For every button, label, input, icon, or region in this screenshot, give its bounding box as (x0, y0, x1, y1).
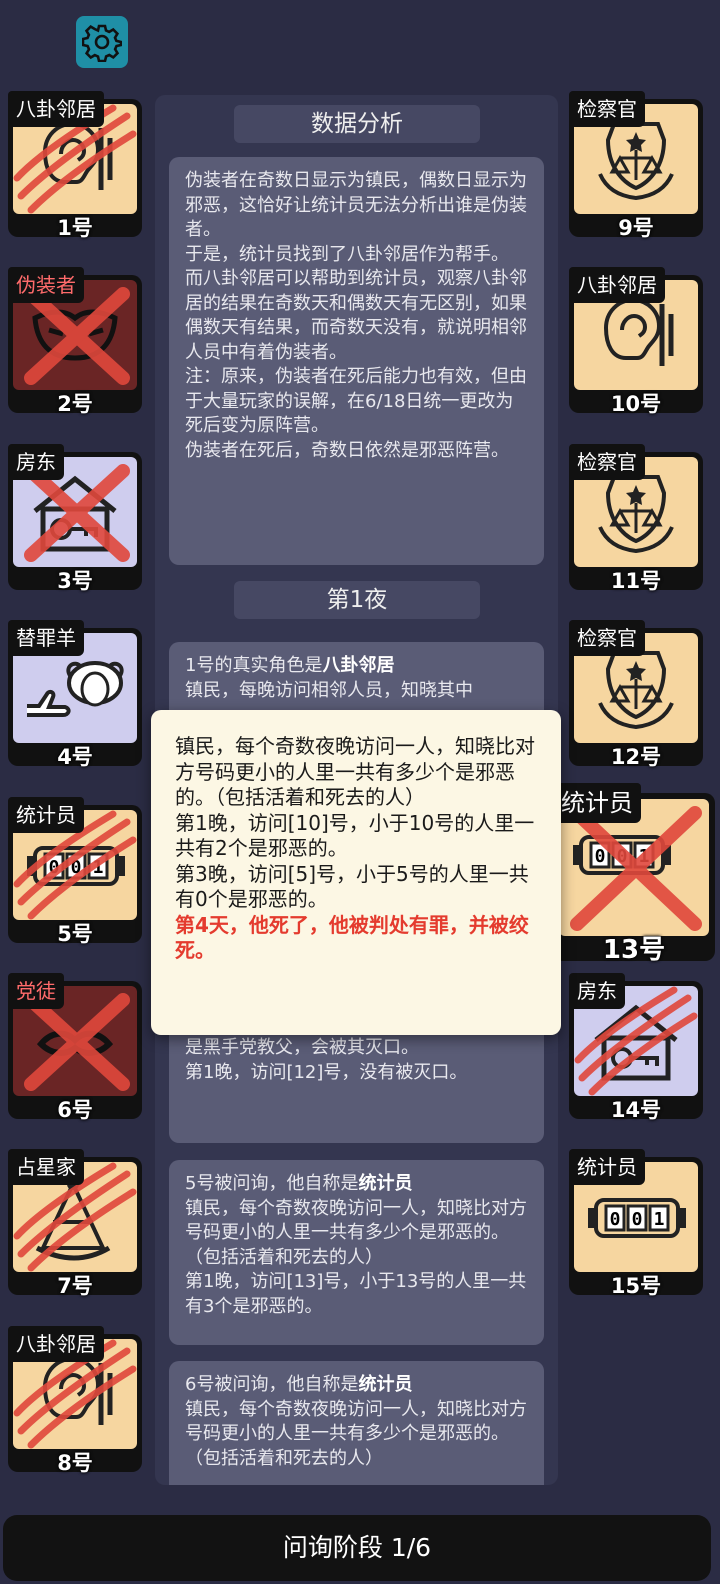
popup-description: 镇民，每个奇数夜晚访问一人，知晓比对方号码更小的人里一共有多少个是邪恶的。（包括… (175, 734, 535, 809)
night-entry-5: 5号被问询，他自称是统计员 镇民，每个奇数夜晚访问一人，知晓比对方号码更小的人里… (169, 1160, 544, 1345)
role-popup[interactable]: 镇民，每个奇数夜晚访问一人，知晓比对方号码更小的人里一共有多少个是邪恶的。（包括… (151, 710, 561, 1035)
player-card-14[interactable]: 房东 14号 (569, 973, 703, 1122)
entry-1-role: 八卦邻居 (322, 655, 395, 676)
popup-night-1: 第1晚，访问[10]号，小于10号的人里一共有2个是邪恶的。 (175, 810, 535, 861)
seat-number: 8号 (57, 1451, 93, 1475)
seat-number: 7号 (57, 1274, 93, 1298)
seat-number: 5号 (57, 922, 93, 946)
entry-6-role: 统计员 (358, 1374, 413, 1395)
role-label: 统计员 (8, 797, 84, 833)
settings-button[interactable] (76, 16, 128, 68)
seat-number: 14号 (610, 1098, 662, 1122)
analysis-message: 伪装者在奇数日显示为镇民，偶数日显示为邪恶，这恰好让统计员无法分析出谁是伪装者。… (169, 157, 544, 565)
role-label: 检察官 (569, 91, 645, 127)
seat-number: 12号 (610, 745, 662, 769)
role-label: 八卦邻居 (8, 91, 104, 127)
role-label: 党徒 (8, 973, 64, 1009)
entry-5-prefix: 5号被问询，他自称是 (185, 1173, 359, 1194)
cross-mark (24, 993, 130, 1091)
entry-1-rest: 镇民，每晚访问相邻人员，知晓其中 (185, 679, 473, 701)
seat-number: 10号 (610, 392, 662, 416)
role-label: 占星家 (8, 1149, 84, 1185)
popup-death-note: 第4天，他死了，他被判处有罪，并被绞死。 (175, 912, 529, 963)
phase-bar[interactable]: 问询阶段 1/6 (3, 1515, 711, 1581)
night-entry-6: 6号被问询，他自称是统计员 镇民，每个奇数夜晚访问一人，知晓比对方号码更小的人里… (169, 1361, 544, 1485)
role-label: 房东 (569, 973, 625, 1009)
role-label: 八卦邻居 (569, 267, 665, 303)
role-label: 八卦邻居 (8, 1326, 104, 1362)
entry-5-role: 统计员 (358, 1173, 413, 1194)
role-label: 房东 (8, 444, 64, 480)
player-card-6[interactable]: 党徒 6号 (8, 973, 142, 1122)
role-label: 统计员 (553, 783, 641, 823)
seat-number: 11号 (610, 569, 662, 593)
seat-number: 1号 (57, 216, 93, 240)
role-label: 替罪羊 (8, 620, 84, 656)
gear-icon (82, 24, 122, 62)
player-card-2[interactable]: 伪装者 2号 (8, 267, 142, 416)
role-label: 检察官 (569, 444, 645, 480)
player-card-8[interactable]: 八卦邻居 8号 (8, 1326, 142, 1475)
player-card-10[interactable]: 八卦邻居 10号 (569, 267, 703, 416)
seat-number: 6号 (57, 1098, 93, 1122)
role-label: 检察官 (569, 620, 645, 656)
player-card-15[interactable]: 0 0 1 统计员 15号 (569, 1149, 703, 1298)
seat-number: 9号 (618, 216, 654, 240)
popup-night-3: 第3晚，访问[5]号，小于5号的人里一共有0个是邪恶的。 (175, 861, 529, 912)
role-label: 统计员 (569, 1149, 645, 1185)
seat-number: 2号 (57, 392, 93, 416)
analysis-title: 数据分析 (234, 105, 480, 143)
seat-number: 15号 (610, 1274, 662, 1298)
player-card-11[interactable]: 检察官 11号 (569, 444, 703, 593)
player-card-7[interactable]: 占星家 7号 (8, 1149, 142, 1298)
cross-mark (24, 287, 130, 385)
entry-5-rest: 镇民，每个奇数夜晚访问一人，知晓比对方号码更小的人里一共有多少个是邪恶的。（包括… (185, 1197, 527, 1317)
cross-mark (24, 464, 130, 562)
seat-number: 13号 (602, 935, 666, 965)
entry-6-rest: 镇民，每个奇数夜晚访问一人，知晓比对方号码更小的人里一共有多少个是邪恶的。（包括… (185, 1398, 527, 1469)
seat-number: 3号 (57, 569, 93, 593)
entry-6-prefix: 6号被问询，他自称是 (185, 1374, 359, 1395)
night-title: 第1夜 (234, 581, 480, 619)
entry-1-prefix: 1号的真实角色是 (185, 655, 323, 676)
cross-mark (570, 806, 702, 931)
player-card-5[interactable]: 0 0 1 统计员 5号 (8, 797, 142, 946)
role-label: 伪装者 (8, 267, 84, 303)
player-card-13[interactable]: 001统计员13号 (553, 783, 715, 965)
seat-number: 4号 (57, 745, 93, 769)
player-card-1[interactable]: 八卦邻居 1号 (8, 91, 142, 240)
player-card-9[interactable]: 检察官 9号 (569, 91, 703, 240)
player-card-3[interactable]: 房东 3号 (8, 444, 142, 593)
player-card-12[interactable]: 检察官 12号 (569, 620, 703, 769)
player-card-4[interactable]: 替罪羊 4号 (8, 620, 142, 769)
